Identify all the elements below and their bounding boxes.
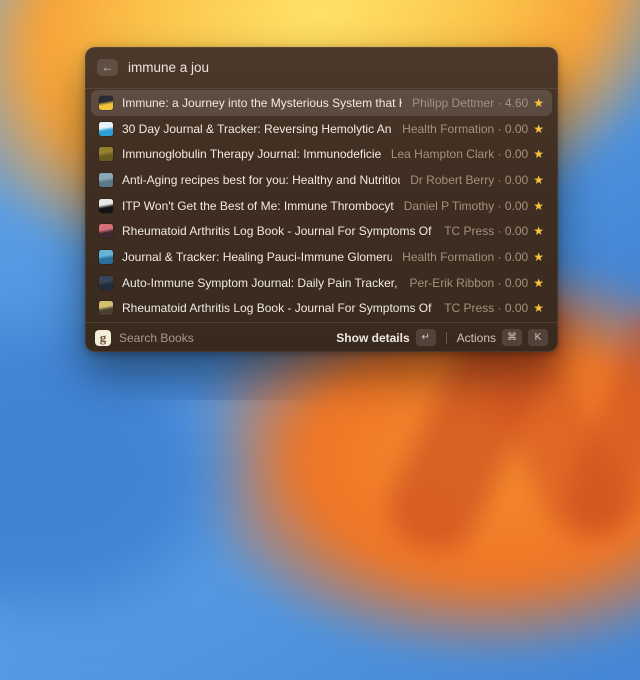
result-row[interactable]: Auto-Immune Symptom Journal: Daily Pain … — [91, 270, 552, 296]
book-author-rating: Lea Hampton Clark · 0.00 — [390, 147, 529, 162]
star-icon: ★ — [533, 301, 544, 316]
result-row[interactable]: 30 Day Journal & Tracker: Reversing Hemo… — [91, 116, 552, 142]
footer-command-label: Search Books — [119, 330, 194, 345]
book-title: Anti-Aging recipes best for you: Healthy… — [122, 172, 400, 187]
result-row[interactable]: Rheumatoid Arthritis Log Book - Journal … — [91, 295, 552, 321]
star-icon: ★ — [533, 121, 544, 136]
book-author-rating: Daniel P Timothy · 0.00 — [403, 198, 529, 213]
book-author-rating: Per-Erik Ribbon · 0.00 — [409, 275, 529, 290]
star-icon: ★ — [533, 198, 544, 213]
book-title: Immune: a Journey into the Mysterious Sy… — [122, 95, 402, 110]
book-title: ITP Won't Get the Best of Me: Immune Thr… — [122, 198, 394, 213]
book-title: Immunoglobulin Therapy Journal: Immunode… — [122, 147, 381, 162]
star-icon: ★ — [533, 147, 544, 162]
return-key-icon: ↵ — [415, 329, 436, 346]
book-cover-icon — [99, 121, 113, 136]
result-row[interactable]: Anti-Aging recipes best for you: Healthy… — [91, 167, 552, 193]
goodreads-app-icon: g — [95, 329, 111, 346]
book-title: Rheumatoid Arthritis Log Book - Journal … — [122, 224, 434, 239]
book-author-rating: TC Press · 0.00 — [444, 301, 529, 316]
result-row[interactable]: ITP Won't Get the Best of Me: Immune Thr… — [91, 193, 552, 219]
actions-button[interactable]: Actions ⌘ K — [457, 329, 548, 346]
show-details-label: Show details — [336, 330, 410, 345]
star-icon: ★ — [533, 249, 544, 264]
footer-bar: g Search Books Show details ↵ Actions ⌘ … — [85, 323, 558, 352]
book-cover-icon — [99, 198, 113, 213]
footer-actions: Show details ↵ Actions ⌘ K — [336, 329, 548, 346]
search-results-list: Immune: a Journey into the Mysterious Sy… — [85, 89, 558, 322]
book-cover-icon — [99, 249, 113, 264]
command-key-icon: ⌘ — [502, 329, 522, 346]
book-author-rating: Health Formation · 0.00 — [402, 121, 529, 136]
result-row[interactable]: Journal & Tracker: Healing Pauci-Immune … — [91, 244, 552, 270]
book-author-rating: Philipp Dettmer · 4.60 — [412, 95, 529, 110]
book-cover-icon — [99, 275, 113, 290]
wallpaper-streak — [555, 295, 640, 545]
search-input[interactable] — [128, 60, 546, 75]
search-bar: ← — [85, 47, 558, 88]
star-icon: ★ — [533, 172, 544, 187]
back-button[interactable]: ← — [97, 59, 118, 76]
book-cover-icon — [99, 147, 113, 162]
book-title: Journal & Tracker: Healing Pauci-Immune … — [122, 249, 393, 264]
show-details-button[interactable]: Show details ↵ — [336, 329, 436, 346]
actions-label: Actions — [456, 330, 496, 345]
star-icon: ★ — [533, 95, 544, 110]
result-row[interactable]: Immune: a Journey into the Mysterious Sy… — [91, 90, 552, 116]
book-cover-icon — [99, 301, 113, 316]
star-icon: ★ — [533, 275, 544, 290]
star-icon: ★ — [533, 224, 544, 239]
book-author-rating: Health Formation · 0.00 — [402, 249, 529, 264]
book-cover-icon — [99, 224, 113, 239]
book-title: Rheumatoid Arthritis Log Book - Journal … — [122, 301, 434, 316]
footer-divider — [445, 331, 447, 344]
book-author-rating: TC Press · 0.00 — [444, 224, 529, 239]
result-row[interactable]: Rheumatoid Arthritis Log Book - Journal … — [91, 218, 552, 244]
launcher-window: ← Immune: a Journey into the Mysterious … — [85, 47, 558, 352]
result-row[interactable]: Immunoglobulin Therapy Journal: Immunode… — [91, 141, 552, 167]
book-title: Auto-Immune Symptom Journal: Daily Pain … — [122, 275, 400, 290]
book-cover-icon — [99, 172, 113, 187]
book-cover-icon — [99, 95, 113, 110]
book-title: 30 Day Journal & Tracker: Reversing Hemo… — [122, 121, 392, 136]
book-author-rating: Dr Robert Berry · 0.00 — [410, 172, 529, 187]
k-key-icon: K — [528, 329, 548, 346]
